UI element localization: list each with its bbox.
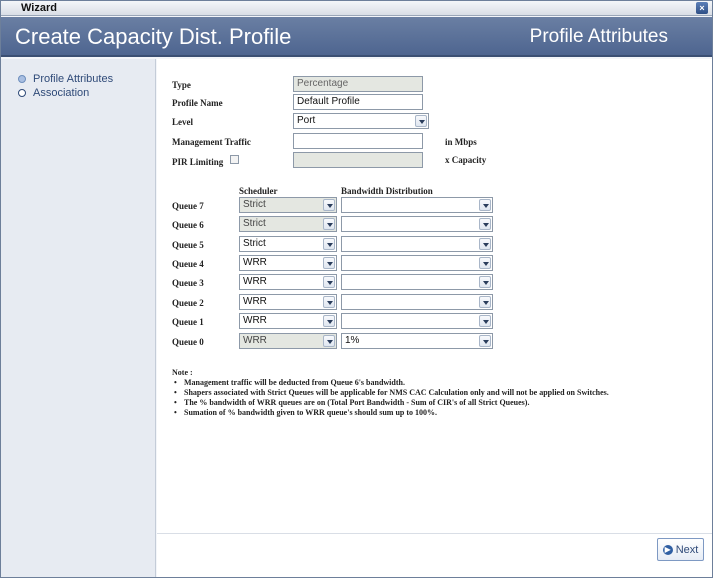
note-item: The % bandwidth of WRR queues are on (To…: [174, 398, 609, 408]
type-field: Percentage: [293, 76, 423, 92]
profile-name-input[interactable]: Default Profile: [293, 94, 423, 110]
wizard-window: Wizard × Create Capacity Dist. Profile P…: [0, 0, 713, 578]
chevron-down-icon[interactable]: [479, 199, 491, 211]
chevron-down-icon: [323, 199, 335, 211]
bandwidth-select[interactable]: [341, 313, 493, 329]
chevron-down-icon[interactable]: [479, 315, 491, 327]
scheduler-value: WRR: [243, 335, 267, 346]
scheduler-select: Strict: [239, 216, 337, 232]
management-traffic-label: Management Traffic: [172, 137, 251, 147]
chevron-down-icon[interactable]: [479, 257, 491, 269]
management-traffic-input[interactable]: [293, 133, 423, 149]
type-label: Type: [172, 80, 191, 90]
scheduler-header: Scheduler: [239, 186, 278, 196]
scheduler-value: WRR: [243, 296, 267, 307]
level-value: Port: [297, 115, 316, 126]
bandwidth-value: 1%: [345, 335, 360, 346]
scheduler-value: WRR: [243, 257, 267, 268]
step-profile-attributes[interactable]: Profile Attributes: [18, 72, 113, 86]
pir-limiting-checkbox[interactable]: [230, 155, 239, 164]
step-radio-icon: [18, 89, 26, 97]
step-radio-icon: [18, 75, 26, 83]
chevron-down-icon[interactable]: [479, 238, 491, 250]
note-item: Shapers associated with Strict Queues wi…: [174, 388, 609, 398]
bandwidth-select[interactable]: [341, 236, 493, 252]
chevron-down-icon[interactable]: [323, 296, 335, 308]
scheduler-select[interactable]: WRR: [239, 313, 337, 329]
scheduler-value: Strict: [243, 238, 266, 249]
bandwidth-select[interactable]: [341, 294, 493, 310]
queue-label: Queue 5: [172, 240, 204, 250]
next-label: Next: [675, 543, 699, 556]
chevron-down-icon[interactable]: [323, 257, 335, 269]
chevron-down-icon[interactable]: [479, 296, 491, 308]
step-association[interactable]: Association: [18, 86, 89, 100]
queue-label: Queue 4: [172, 259, 204, 269]
bandwidth-select[interactable]: [341, 274, 493, 290]
chevron-down-icon[interactable]: [479, 218, 491, 230]
queue-label: Queue 3: [172, 278, 204, 288]
window-title: Wizard: [21, 2, 57, 14]
step-label: Association: [33, 87, 90, 99]
bandwidth-select[interactable]: [341, 216, 493, 232]
profile-name-label: Profile Name: [172, 98, 223, 108]
pir-limiting-label: PIR Limiting: [172, 157, 224, 167]
queue-label: Queue 7: [172, 201, 204, 211]
scheduler-select[interactable]: WRR: [239, 274, 337, 290]
title-bar: Wizard ×: [1, 1, 712, 16]
chevron-down-icon[interactable]: [323, 315, 335, 327]
queue-label: Queue 6: [172, 220, 204, 230]
wizard-steps-sidebar: Profile Attributes Association: [1, 59, 156, 577]
scheduler-value: Strict: [243, 199, 266, 210]
bandwidth-select[interactable]: [341, 197, 493, 213]
page-title: Create Capacity Dist. Profile: [15, 24, 292, 49]
queue-label: Queue 2: [172, 298, 204, 308]
queue-label: Queue 0: [172, 337, 204, 347]
note-item: Sumation of % bandwidth given to WRR que…: [174, 408, 609, 418]
capacity-unit-label: x Capacity: [445, 155, 487, 165]
scheduler-select: Strict: [239, 197, 337, 213]
notes-title: Note :: [172, 368, 193, 377]
scheduler-value: Strict: [243, 218, 266, 229]
chevron-down-icon[interactable]: [323, 238, 335, 250]
wizard-footer: ▶ Next: [157, 533, 712, 577]
pir-capacity-field: [293, 152, 423, 168]
step-label: Profile Attributes: [33, 73, 114, 85]
queue-label: Queue 1: [172, 317, 204, 327]
form-panel: Type Percentage Profile Name Default Pro…: [157, 59, 712, 533]
level-label: Level: [172, 117, 193, 127]
arrow-right-circle-icon: ▶: [662, 544, 673, 555]
note-item: Management traffic will be deducted from…: [174, 378, 609, 388]
scheduler-select: WRR: [239, 333, 337, 349]
bandwidth-select[interactable]: 1%: [341, 333, 493, 349]
next-button[interactable]: ▶ Next: [657, 538, 704, 561]
chevron-down-icon[interactable]: [479, 335, 491, 347]
chevron-down-icon[interactable]: [415, 115, 427, 127]
notes-list: Management traffic will be deducted from…: [174, 378, 609, 418]
scheduler-value: WRR: [243, 276, 267, 287]
scheduler-select[interactable]: WRR: [239, 294, 337, 310]
scheduler-select[interactable]: WRR: [239, 255, 337, 271]
chevron-down-icon[interactable]: [323, 276, 335, 288]
level-select[interactable]: Port: [293, 113, 429, 129]
scheduler-value: WRR: [243, 315, 267, 326]
bandwidth-select[interactable]: [341, 255, 493, 271]
chevron-down-icon: [323, 335, 335, 347]
chevron-down-icon[interactable]: [479, 276, 491, 288]
scheduler-select[interactable]: Strict: [239, 236, 337, 252]
mbps-unit-label: in Mbps: [445, 137, 477, 147]
close-icon[interactable]: ×: [696, 2, 708, 14]
bandwidth-header: Bandwidth Distribution: [341, 186, 433, 196]
step-title: Profile Attributes: [529, 26, 668, 47]
wizard-banner: Create Capacity Dist. Profile Profile At…: [1, 17, 712, 57]
chevron-down-icon: [323, 218, 335, 230]
